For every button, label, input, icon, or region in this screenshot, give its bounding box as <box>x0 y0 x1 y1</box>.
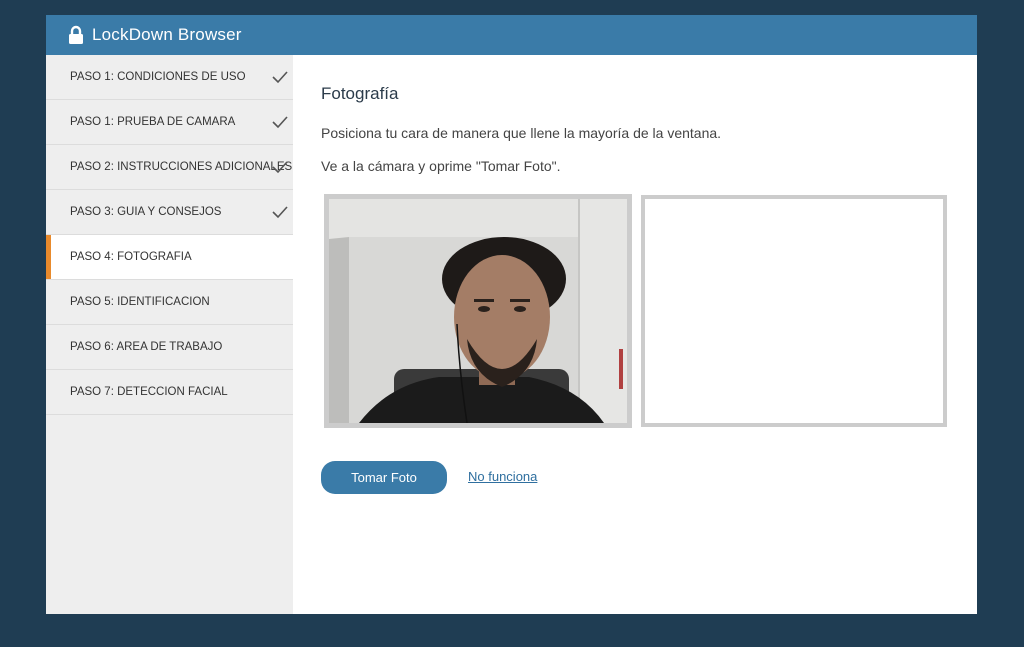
lockdown-window: LockDown Browser PASO 1: CONDICIONES DE … <box>46 15 977 614</box>
main-panel: Fotografía Posiciona tu cara de manera q… <box>293 55 977 614</box>
sidebar-step-6-work-area[interactable]: PASO 6: AREA DE TRABAJO <box>46 325 293 370</box>
step-label: PASO 3: GUIA Y CONSEJOS <box>70 206 222 218</box>
checkmark-icon <box>272 161 288 174</box>
sidebar-step-7-face-detection[interactable]: PASO 7: DETECCION FACIAL <box>46 370 293 415</box>
checkmark-icon <box>272 116 288 129</box>
camera-feed-image <box>329 199 627 423</box>
instruction-text-1: Posiciona tu cara de manera que llene la… <box>321 125 722 141</box>
lock-icon <box>69 25 83 44</box>
step-label: PASO 7: DETECCION FACIAL <box>70 386 228 398</box>
step-label: PASO 4: FOTOGRAFIA <box>70 251 192 263</box>
step-label: PASO 5: IDENTIFICACION <box>70 296 210 308</box>
app-title: LockDown Browser <box>92 25 242 44</box>
sidebar-step-3-guide[interactable]: PASO 3: GUIA Y CONSEJOS <box>46 190 293 235</box>
take-photo-button[interactable]: Tomar Foto <box>321 461 447 494</box>
instruction-text-2: Ve a la cámara y oprime "Tomar Foto". <box>321 158 561 174</box>
step-label: PASO 6: AREA DE TRABAJO <box>70 341 223 353</box>
sidebar-step-5-identification[interactable]: PASO 5: IDENTIFICACION <box>46 280 293 325</box>
sidebar-step-1-conditions[interactable]: PASO 1: CONDICIONES DE USO <box>46 55 293 100</box>
page-title: Fotografía <box>321 84 399 103</box>
step-label: PASO 1: PRUEBA DE CAMARA <box>70 116 236 128</box>
step-label: PASO 2: INSTRUCCIONES ADICIONALES <box>70 161 293 173</box>
sidebar-step-1-camera-test[interactable]: PASO 1: PRUEBA DE CAMARA <box>46 100 293 145</box>
checkmark-icon <box>272 206 288 219</box>
steps-sidebar: PASO 1: CONDICIONES DE USO PASO 1: PRUEB… <box>46 55 293 614</box>
sidebar-step-2-additional-instructions[interactable]: PASO 2: INSTRUCCIONES ADICIONALES <box>46 145 293 190</box>
checkmark-icon <box>272 71 288 84</box>
title-bar: LockDown Browser <box>46 15 977 55</box>
not-working-link[interactable]: No funciona <box>468 469 537 484</box>
step-label: PASO 1: CONDICIONES DE USO <box>70 71 246 83</box>
camera-preview <box>324 194 632 428</box>
captured-photo-frame <box>641 195 947 427</box>
sidebar-step-4-photo[interactable]: PASO 4: FOTOGRAFIA <box>46 235 293 280</box>
